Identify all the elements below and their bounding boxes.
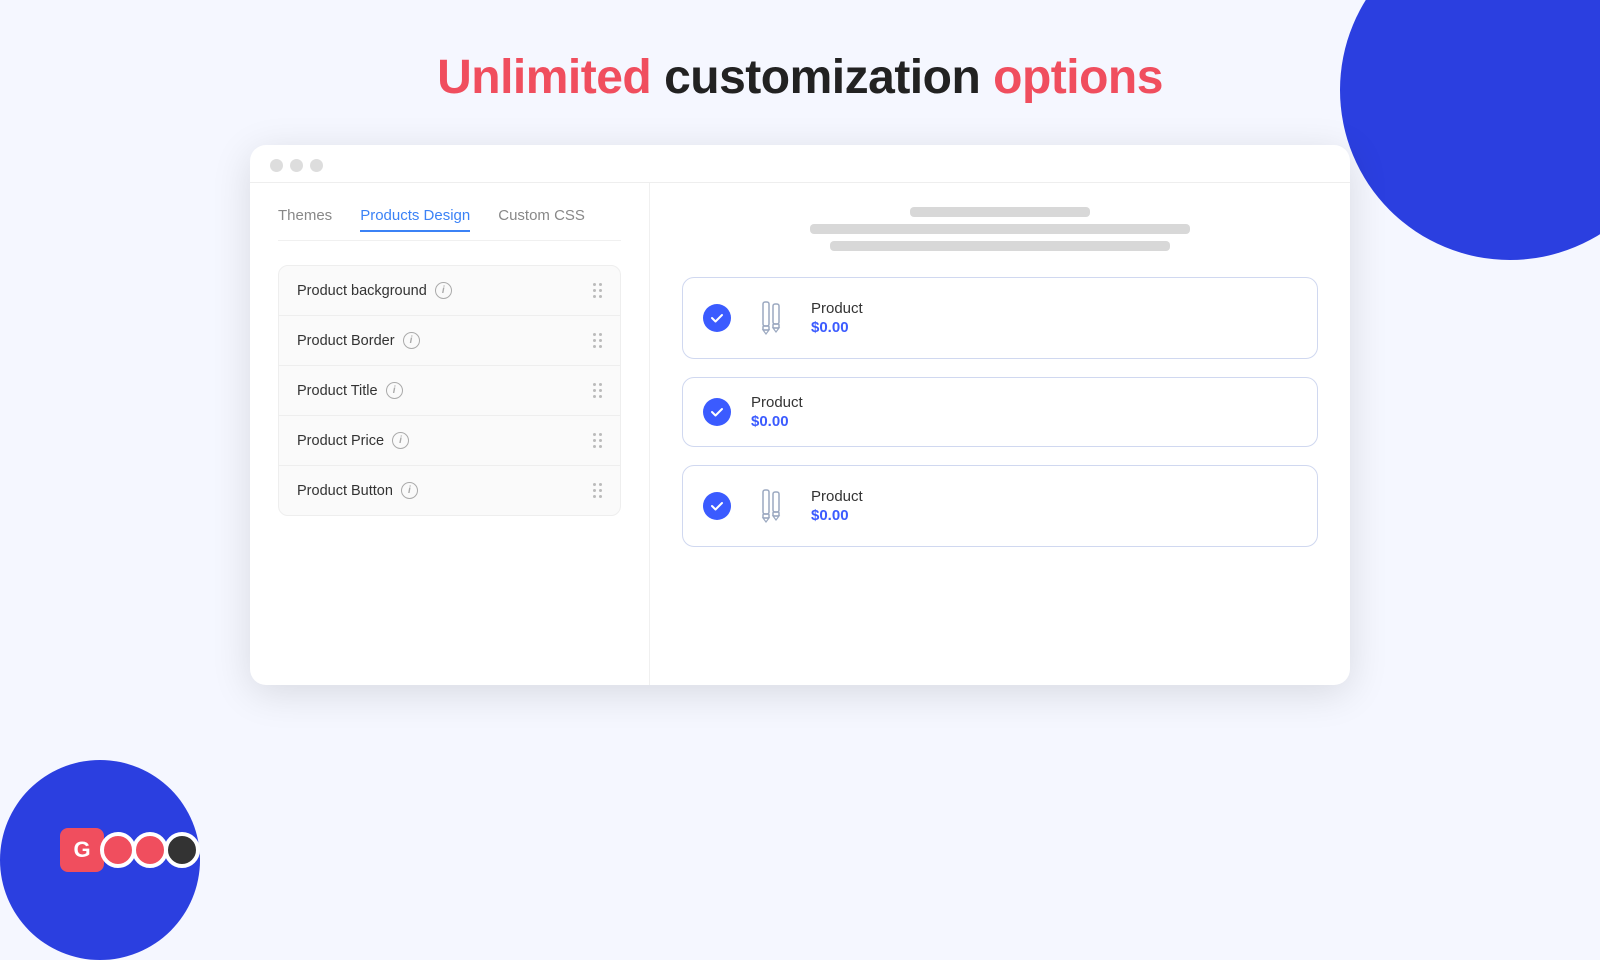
skeleton-bar-1	[910, 207, 1090, 217]
setting-product-background[interactable]: Product background i	[279, 266, 620, 316]
right-panel: Product $0.00 Product $0.00	[650, 183, 1350, 685]
drag-handle-product-background[interactable]	[593, 283, 602, 298]
product-name-3: Product	[811, 488, 863, 505]
logo-circle-3	[164, 832, 200, 868]
info-icon-product-button[interactable]: i	[401, 482, 418, 499]
setting-label-product-price: Product Price	[297, 433, 384, 449]
info-icon-product-border[interactable]: i	[403, 332, 420, 349]
product-checkbox-1[interactable]	[703, 304, 731, 332]
logo: G	[60, 828, 200, 872]
heading-unlimited: Unlimited	[437, 51, 651, 104]
setting-product-button[interactable]: Product Button i	[279, 466, 620, 515]
setting-product-border[interactable]: Product Border i	[279, 316, 620, 366]
checkmark-icon-2	[710, 405, 724, 419]
product-card-2[interactable]: Product $0.00	[682, 377, 1318, 447]
drag-handle-product-border[interactable]	[593, 333, 602, 348]
tab-custom-css[interactable]: Custom CSS	[498, 207, 585, 232]
browser-dot-yellow	[290, 159, 303, 172]
left-panel: Themes Products Design Custom CSS Produc…	[250, 183, 650, 685]
browser-body: Themes Products Design Custom CSS Produc…	[250, 183, 1350, 685]
product-card-3[interactable]: Product $0.00	[682, 465, 1318, 547]
product-info-3: Product $0.00	[811, 488, 863, 524]
skeleton-bar-3	[830, 241, 1170, 251]
product-name-1: Product	[811, 300, 863, 317]
product-icon-1	[747, 294, 795, 342]
setting-product-price[interactable]: Product Price i	[279, 416, 620, 466]
drag-handle-product-title[interactable]	[593, 383, 602, 398]
browser-dot-green	[310, 159, 323, 172]
tab-bar: Themes Products Design Custom CSS	[278, 207, 621, 241]
info-icon-product-title[interactable]: i	[386, 382, 403, 399]
tab-themes[interactable]: Themes	[278, 207, 332, 232]
browser-dot-red	[270, 159, 283, 172]
tab-products-design[interactable]: Products Design	[360, 207, 470, 232]
setting-label-product-border: Product Border	[297, 333, 395, 349]
product-name-2: Product	[751, 394, 803, 411]
logo-circle-1	[100, 832, 136, 868]
product-info-2: Product $0.00	[751, 394, 803, 430]
setting-label-product-button: Product Button	[297, 483, 393, 499]
browser-window: Themes Products Design Custom CSS Produc…	[250, 145, 1350, 685]
product-icon-3	[747, 482, 795, 530]
checkmark-icon-1	[710, 311, 724, 325]
setting-label-product-title: Product Title	[297, 383, 378, 399]
product-price-2: $0.00	[751, 413, 803, 430]
skeleton-bar-2	[810, 224, 1190, 234]
product-info-1: Product $0.00	[811, 300, 863, 336]
main-heading: Unlimited customization options	[437, 50, 1163, 105]
product-checkbox-2[interactable]	[703, 398, 731, 426]
info-icon-product-price[interactable]: i	[392, 432, 409, 449]
product-card-1[interactable]: Product $0.00	[682, 277, 1318, 359]
heading-options: options	[993, 51, 1163, 104]
drag-handle-product-price[interactable]	[593, 433, 602, 448]
drag-handle-product-button[interactable]	[593, 483, 602, 498]
logo-circle-2	[132, 832, 168, 868]
product-price-3: $0.00	[811, 507, 863, 524]
logo-container: G	[60, 828, 200, 872]
heading-customization: customization	[664, 51, 993, 104]
logo-g: G	[60, 828, 104, 872]
settings-panel: Product background i Product Border	[278, 265, 621, 516]
setting-product-title[interactable]: Product Title i	[279, 366, 620, 416]
browser-titlebar	[250, 145, 1350, 183]
product-checkbox-3[interactable]	[703, 492, 731, 520]
skeleton-bars	[682, 207, 1318, 251]
setting-label-product-background: Product background	[297, 283, 427, 299]
info-icon-product-background[interactable]: i	[435, 282, 452, 299]
checkmark-icon-3	[710, 499, 724, 513]
product-price-1: $0.00	[811, 319, 863, 336]
